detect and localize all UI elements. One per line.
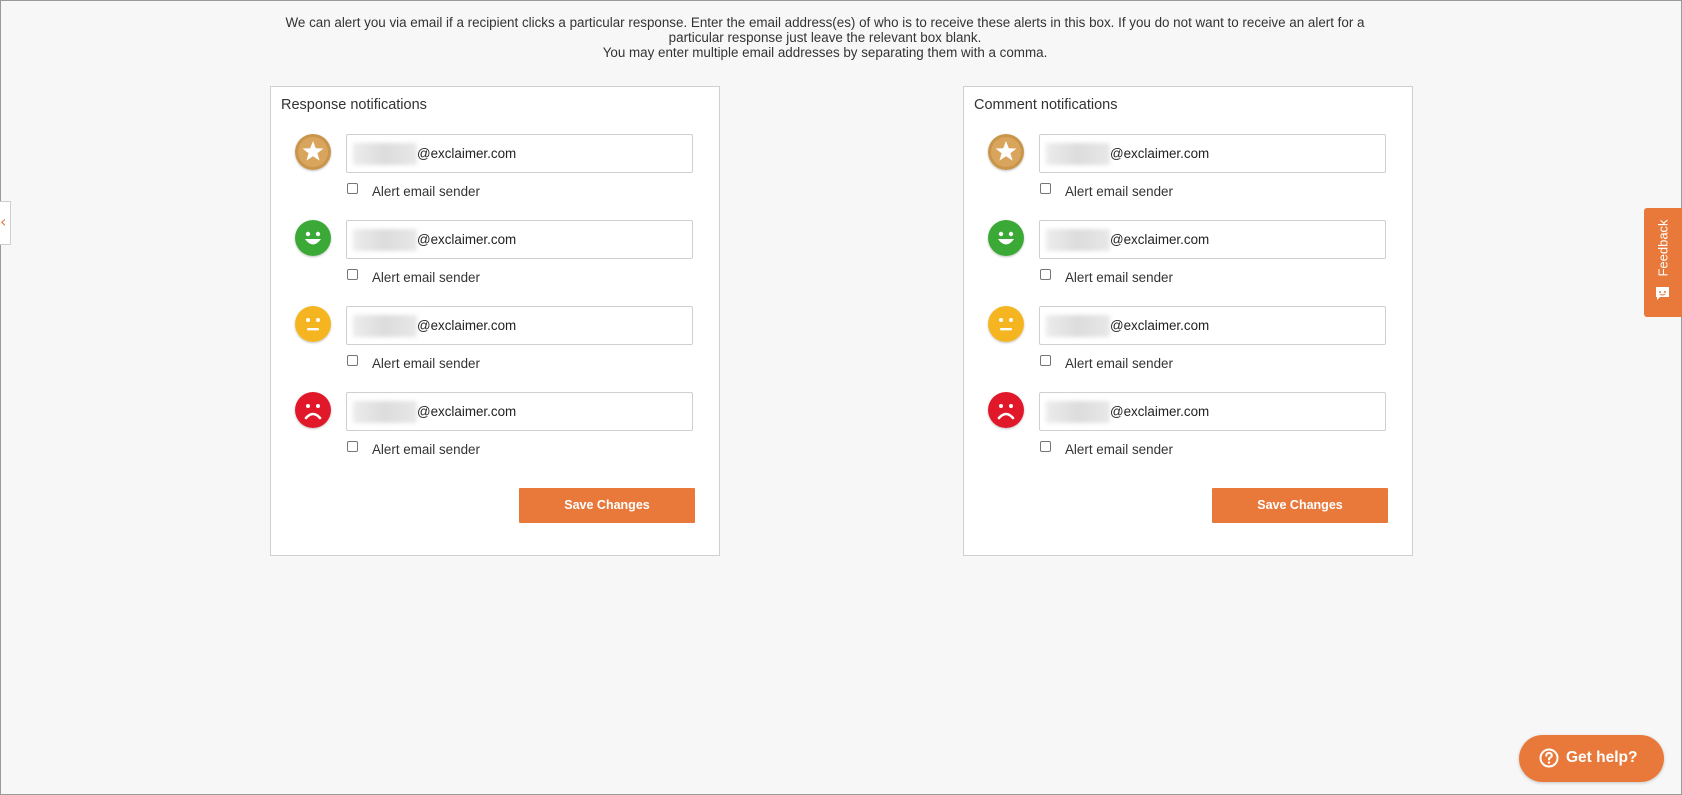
alert-sender-checkbox[interactable] [347, 269, 358, 280]
sad-face-icon [295, 392, 331, 428]
sad-face-icon [988, 392, 1024, 428]
feedback-label: Feedback [1655, 219, 1671, 277]
notification-row-neutral: @exclaimer.com Alert email sender [271, 306, 719, 392]
feedback-tab[interactable]: Feedback [1644, 208, 1682, 317]
chat-icon [1655, 286, 1670, 301]
redacted-username [353, 401, 417, 423]
redacted-username [1046, 401, 1110, 423]
happy-face-icon [295, 220, 331, 256]
intro-line-1: We can alert you via email if a recipien… [285, 15, 1365, 45]
alert-sender-checkbox[interactable] [347, 441, 358, 452]
email-field[interactable]: @exclaimer.com [346, 306, 693, 345]
redacted-username [1046, 143, 1110, 165]
email-domain: @exclaimer.com [1110, 318, 1210, 333]
email-field[interactable]: @exclaimer.com [346, 392, 693, 431]
email-field[interactable]: @exclaimer.com [346, 134, 693, 173]
redacted-username [353, 315, 417, 337]
email-field[interactable]: @exclaimer.com [1039, 134, 1386, 173]
alert-sender-label: Alert email sender [372, 442, 480, 457]
panel-title: Comment notifications [974, 97, 1118, 113]
neutral-face-icon [295, 306, 331, 342]
intro-line-2: You may enter multiple email addresses b… [602, 45, 1048, 60]
question-icon [1539, 748, 1559, 768]
comment-notifications-panel: Comment notifications @exclaimer.com Ale… [963, 86, 1413, 556]
star-icon [988, 134, 1024, 170]
alert-sender-checkbox[interactable] [1040, 355, 1051, 366]
email-field[interactable]: @exclaimer.com [1039, 392, 1386, 431]
notification-row-star: @exclaimer.com Alert email sender [271, 134, 719, 220]
alert-sender-label: Alert email sender [372, 184, 480, 199]
notification-row-star: @exclaimer.com Alert email sender [964, 134, 1412, 220]
alert-sender-label: Alert email sender [1065, 184, 1173, 199]
happy-face-icon [988, 220, 1024, 256]
get-help-label: Get help? [1566, 749, 1638, 766]
window-frame [0, 0, 1682, 795]
email-domain: @exclaimer.com [417, 318, 517, 333]
response-notifications-panel: Response notifications @exclaimer.com Al… [270, 86, 720, 556]
email-field[interactable]: @exclaimer.com [1039, 306, 1386, 345]
chevron-left-icon: ‹ [0, 212, 7, 231]
redacted-username [1046, 315, 1110, 337]
email-domain: @exclaimer.com [1110, 146, 1210, 161]
alert-sender-checkbox[interactable] [1040, 441, 1051, 452]
save-changes-button[interactable]: Save Changes [519, 488, 695, 523]
alert-sender-checkbox[interactable] [347, 355, 358, 366]
email-field[interactable]: @exclaimer.com [346, 220, 693, 259]
email-domain: @exclaimer.com [1110, 404, 1210, 419]
save-changes-button[interactable]: Save Changes [1212, 488, 1388, 523]
alert-sender-label: Alert email sender [372, 270, 480, 285]
redacted-username [353, 229, 417, 251]
email-domain: @exclaimer.com [1110, 232, 1210, 247]
notification-row-happy: @exclaimer.com Alert email sender [271, 220, 719, 306]
email-domain: @exclaimer.com [417, 146, 517, 161]
email-domain: @exclaimer.com [417, 404, 517, 419]
alert-sender-label: Alert email sender [1065, 442, 1173, 457]
alert-sender-label: Alert email sender [1065, 270, 1173, 285]
email-field[interactable]: @exclaimer.com [1039, 220, 1386, 259]
alert-sender-checkbox[interactable] [1040, 183, 1051, 194]
alert-sender-label: Alert email sender [1065, 356, 1173, 371]
redacted-username [1046, 229, 1110, 251]
panel-title: Response notifications [281, 97, 427, 113]
neutral-face-icon [988, 306, 1024, 342]
notification-row-sad: @exclaimer.com Alert email sender [964, 392, 1412, 478]
notification-row-neutral: @exclaimer.com Alert email sender [964, 306, 1412, 392]
alert-sender-checkbox[interactable] [347, 183, 358, 194]
alert-sender-checkbox[interactable] [1040, 269, 1051, 280]
star-icon [295, 134, 331, 170]
intro-text: We can alert you via email if a recipien… [270, 15, 1380, 60]
alert-sender-label: Alert email sender [372, 356, 480, 371]
notification-row-happy: @exclaimer.com Alert email sender [964, 220, 1412, 306]
redacted-username [353, 143, 417, 165]
collapse-sidebar-button[interactable]: ‹ [0, 201, 11, 245]
get-help-button[interactable]: Get help? [1519, 735, 1664, 782]
notification-row-sad: @exclaimer.com Alert email sender [271, 392, 719, 478]
email-domain: @exclaimer.com [417, 232, 517, 247]
